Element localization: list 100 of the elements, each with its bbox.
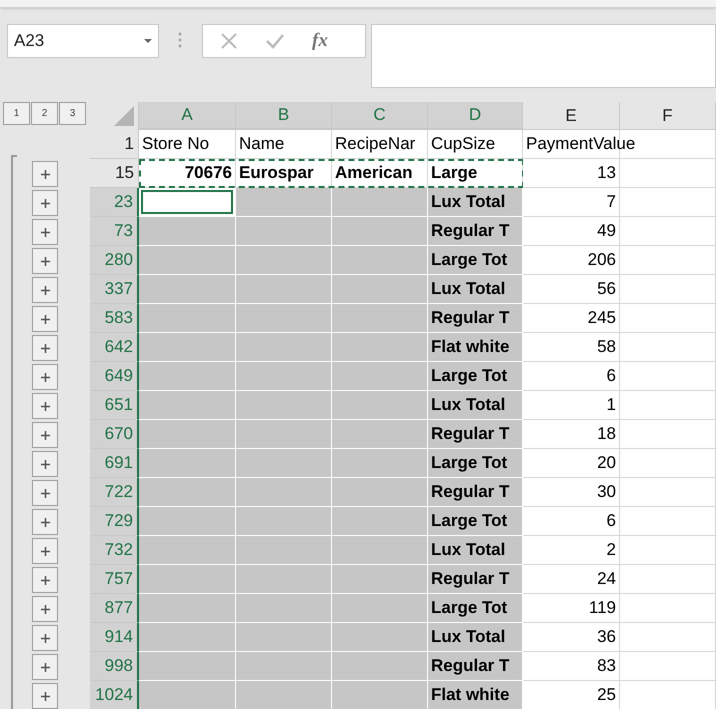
table-cell-text: 7 [606, 191, 616, 214]
expand-group-button[interactable] [32, 509, 58, 535]
expand-group-button[interactable] [32, 422, 58, 448]
table-cell: Lux Total [428, 536, 523, 565]
plus-icon [40, 228, 50, 236]
expand-group-button[interactable] [32, 596, 58, 622]
check-icon[interactable] [265, 33, 285, 49]
expand-group-button[interactable] [32, 567, 58, 593]
row-header[interactable]: 337 [90, 275, 139, 304]
plus-icon [40, 198, 50, 208]
column-header[interactable]: E [523, 102, 620, 130]
expand-group-button[interactable] [32, 190, 58, 216]
column-header[interactable]: C [332, 102, 428, 130]
expand-group-button[interactable] [32, 335, 58, 361]
table-cell-text: 20 [597, 452, 616, 474]
plus-icon [40, 344, 50, 352]
row-header[interactable]: 877 [90, 594, 139, 623]
table-cell: Large Tot [428, 362, 523, 391]
table-cell-text: 24 [597, 568, 616, 590]
column-header[interactable]: D [428, 102, 523, 130]
row-header[interactable]: 670 [90, 420, 139, 449]
expand-group-button[interactable] [32, 393, 58, 419]
column-header[interactable]: A [139, 102, 236, 130]
column-title: RecipeNar [332, 130, 428, 159]
expand-group-button[interactable] [32, 538, 58, 564]
expand-group-button[interactable] [32, 219, 58, 245]
plus-icon [40, 402, 50, 410]
row-header[interactable]: 15 [90, 159, 139, 188]
table-cell-text: 1 [606, 394, 616, 416]
table-cell-text: 6 [606, 510, 616, 532]
expand-group-button[interactable] [32, 451, 58, 477]
column-title: CupSize [428, 130, 523, 159]
insert-function-button[interactable]: fx [312, 26, 328, 56]
plus-icon [40, 692, 50, 700]
column-header[interactable]: F [620, 102, 716, 130]
plus-icon [40, 256, 50, 266]
table-cell-text: 58 [597, 336, 616, 358]
table-cell: Regular T [428, 565, 523, 594]
plus-icon [40, 488, 50, 498]
expand-group-button[interactable] [32, 654, 58, 680]
table-cell: Flat white [428, 333, 523, 362]
table-cell-text: 56 [597, 278, 616, 300]
row-header[interactable]: 722 [90, 478, 139, 507]
expand-group-button[interactable] [32, 306, 58, 332]
row-header[interactable]: 1 [90, 130, 139, 159]
name-box[interactable]: A23 [7, 24, 159, 58]
outline-level-button[interactable]: 2 [31, 102, 58, 125]
expand-group-button[interactable] [32, 625, 58, 651]
plus-icon [40, 286, 50, 294]
drag-handle-icon[interactable] [178, 32, 182, 48]
table-cell-text: 6 [606, 365, 616, 388]
table-cell-text: 119 [588, 597, 616, 620]
outline-level-button[interactable]: 3 [59, 102, 86, 125]
table-cell-text: 36 [597, 626, 616, 648]
row-header[interactable]: 23 [90, 188, 139, 217]
row-header[interactable]: 998 [90, 652, 139, 681]
expand-group-button[interactable] [32, 683, 58, 709]
row-header[interactable]: 914 [90, 623, 139, 652]
table-cell: Lux Total [428, 275, 523, 304]
formula-input[interactable] [371, 24, 716, 88]
row-header[interactable]: 649 [90, 362, 139, 391]
dropdown-caret-icon [144, 38, 152, 44]
table-cell: Eurospar [236, 159, 332, 188]
expand-group-button[interactable] [32, 161, 58, 187]
column-title: Store No [139, 130, 236, 159]
row-header[interactable]: 642 [90, 333, 139, 362]
table-cell: Regular T [428, 652, 523, 681]
table-cell: Lux Total [428, 623, 523, 652]
table-cell: Regular T [428, 478, 523, 507]
table-cell-text: 13 [597, 162, 616, 184]
table-cell-text: 2 [606, 539, 616, 562]
table-cell-text: 18 [597, 423, 616, 446]
plus-icon [40, 170, 50, 178]
row-header[interactable]: 583 [90, 304, 139, 333]
table-cell: Flat white [428, 681, 523, 709]
plus-icon [40, 604, 50, 614]
plus-icon [40, 372, 50, 382]
column-header[interactable]: B [236, 102, 332, 130]
table-cell: Large [428, 159, 523, 188]
expand-group-button[interactable] [32, 277, 58, 303]
row-header[interactable]: 691 [90, 449, 139, 478]
plus-icon [40, 576, 50, 584]
plus-icon [40, 314, 50, 324]
row-header[interactable]: 729 [90, 507, 139, 536]
row-header[interactable]: 73 [90, 217, 139, 246]
expand-group-button[interactable] [32, 480, 58, 506]
table-cell: Lux Total [428, 391, 523, 420]
table-cell-text: 25 [597, 684, 616, 706]
expand-group-button[interactable] [32, 248, 58, 274]
outline-level-button[interactable]: 1 [3, 102, 30, 125]
row-header[interactable]: 757 [90, 565, 139, 594]
row-header[interactable]: 651 [90, 391, 139, 420]
plus-icon [40, 662, 50, 672]
table-cell: American [332, 159, 428, 188]
row-header[interactable]: 732 [90, 536, 139, 565]
row-header[interactable]: 280 [90, 246, 139, 275]
column-title: Name [236, 130, 332, 159]
expand-group-button[interactable] [32, 364, 58, 390]
row-header[interactable]: 1024 [90, 681, 139, 709]
table-cell-text: 245 [588, 307, 616, 330]
